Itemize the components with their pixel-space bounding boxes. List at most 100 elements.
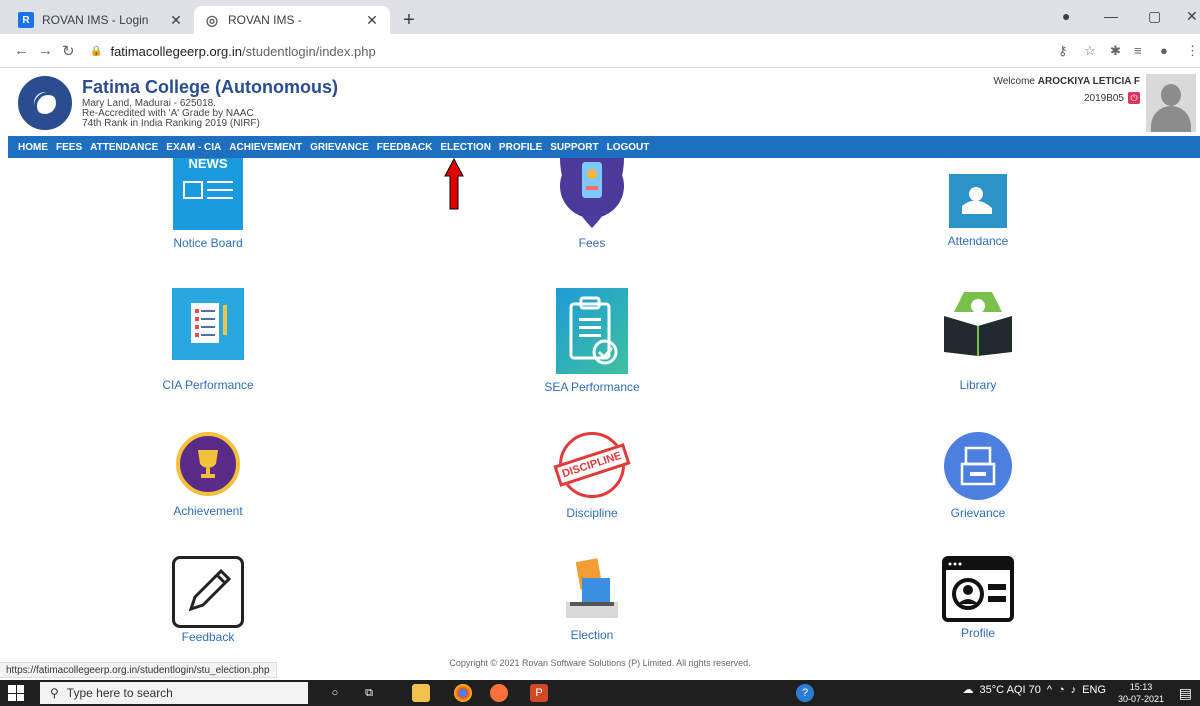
bookmark-star-icon[interactable]: ☆ [1084, 43, 1096, 59]
tile-election[interactable]: Election [552, 556, 632, 642]
tile-sea-performance[interactable]: SEA Performance [544, 288, 640, 394]
volume-icon[interactable]: ♪ [1071, 684, 1077, 696]
tile-label: Profile [960, 626, 995, 640]
tray-chevron-icon[interactable]: ^ [1047, 684, 1052, 696]
taskbar-clock[interactable]: 15:13 30-07-2021 [1118, 681, 1164, 705]
browser-tab-active[interactable]: ◎ ROVAN IMS - ✕ [194, 6, 390, 34]
tile-achievement[interactable]: Achievement [168, 432, 248, 518]
account-icon[interactable]: ● [1160, 43, 1168, 58]
college-ranking: 74th Rank in India Ranking 2019 (NIRF) [82, 118, 260, 129]
tab-close-icon[interactable]: ✕ [168, 12, 184, 29]
help-icon[interactable]: ? [796, 684, 814, 702]
rovan-favicon-icon: R [18, 12, 34, 28]
dashboard-grid: NEWS Notice Board Fees Attendance CIA Pe… [8, 158, 1200, 652]
menu-icon[interactable]: ⋮ [1186, 43, 1199, 59]
site-header: Fatima College (Autonomous) Mary Land, M… [8, 68, 1200, 136]
file-explorer-icon[interactable] [412, 684, 430, 702]
tile-attendance[interactable]: Attendance [938, 158, 1018, 248]
forward-icon[interactable]: → [38, 42, 53, 59]
tile-label: SEA Performance [544, 380, 640, 394]
logout-power-icon[interactable]: ⏻ [1128, 92, 1140, 104]
profile-circle-icon[interactable]: ● [1062, 8, 1070, 24]
firefox-icon[interactable] [490, 684, 508, 702]
discipline-stamp-icon: DISCIPLINE [553, 432, 631, 498]
library-book-icon [942, 288, 1014, 360]
tab-close-icon[interactable]: ✕ [364, 12, 380, 29]
url-field[interactable]: 🔒 fatimacollegeerp.org.in /studentlogin/… [90, 38, 1040, 64]
tile-cia-performance[interactable]: CIA Performance [162, 288, 254, 392]
nav-profile[interactable]: PROFILE [499, 142, 542, 153]
cortana-icon[interactable]: ○ [326, 684, 344, 702]
edit-pencil-icon [172, 556, 244, 628]
nav-logout[interactable]: LOGOUT [607, 142, 650, 153]
nav-grievance[interactable]: GRIEVANCE [310, 142, 369, 153]
roll-number: 2019B05 [1083, 92, 1124, 104]
task-view-icon[interactable]: ⧉ [360, 684, 378, 702]
tile-feedback[interactable]: Feedback [168, 556, 248, 644]
clock-time: 15:13 [1129, 682, 1153, 692]
search-placeholder: Type here to search [66, 686, 173, 700]
reading-list-icon[interactable]: ≡ [1134, 43, 1142, 58]
tile-label: Grievance [950, 506, 1006, 520]
extensions-icon[interactable]: ✱ [1110, 43, 1121, 59]
globe-favicon-icon: ◎ [205, 11, 219, 28]
roll-number-row: 2019B05 ⏻ [1084, 92, 1140, 104]
windows-taskbar: ⚲ Type here to search ○ ⧉ P ? ☁ 35°C AQI… [0, 680, 1200, 706]
tile-profile[interactable]: Profile [938, 556, 1018, 640]
nav-home[interactable]: HOME [18, 142, 48, 153]
powerpoint-icon[interactable]: P [530, 684, 548, 702]
grievance-box-icon [944, 432, 1012, 500]
network-icon[interactable]: ◔ [1058, 684, 1065, 696]
tile-label: Notice Board [173, 236, 243, 250]
mobile-payment-icon [558, 158, 626, 230]
nav-support[interactable]: SUPPORT [550, 142, 598, 153]
window-close-icon[interactable]: ✕ [1186, 8, 1198, 25]
nav-attendance[interactable]: ATTENDANCE [90, 142, 158, 153]
browser-tab-login[interactable]: R ROVAN IMS - Login ✕ [8, 6, 194, 34]
key-icon[interactable]: ⚷ [1058, 43, 1068, 59]
checklist-icon [172, 288, 244, 360]
tile-label: Feedback [181, 630, 235, 644]
welcome-prefix: Welcome [993, 76, 1035, 87]
avatar [1146, 74, 1196, 132]
nav-fees[interactable]: FEES [56, 142, 82, 153]
college-logo [18, 76, 72, 130]
tile-label: Attendance [947, 234, 1009, 248]
tile-discipline[interactable]: DISCIPLINE Discipline [552, 432, 632, 520]
back-icon[interactable]: ← [14, 42, 29, 59]
nav-feedback[interactable]: FEEDBACK [377, 142, 433, 153]
tile-notice-board[interactable]: NEWS Notice Board [168, 158, 248, 250]
notifications-icon[interactable]: ▤ [1179, 685, 1192, 702]
tile-label: Achievement [173, 504, 243, 518]
attendance-icon [949, 174, 1007, 228]
search-icon: ⚲ [50, 686, 59, 700]
nav-achievement[interactable]: ACHIEVEMENT [229, 142, 302, 153]
nav-election[interactable]: ELECTION [440, 142, 491, 153]
tile-label: Discipline [566, 506, 618, 520]
clock-date: 30-07-2021 [1117, 694, 1164, 704]
tab-title: ROVAN IMS - [228, 13, 302, 27]
windows-start-icon[interactable] [8, 685, 24, 701]
news-icon: NEWS [173, 158, 243, 230]
tile-fees[interactable]: Fees [552, 158, 632, 250]
annotation-arrow-up-icon [444, 158, 464, 210]
tab-title: ROVAN IMS - Login [42, 13, 149, 27]
taskbar-search-input[interactable]: ⚲ Type here to search [40, 682, 308, 704]
tile-library[interactable]: Library [938, 288, 1018, 392]
tile-label: Fees [578, 236, 606, 250]
new-tab-icon[interactable]: + [398, 9, 420, 32]
minimize-icon[interactable]: — [1104, 8, 1118, 24]
nav-exam-cia[interactable]: EXAM - CIA [166, 142, 221, 153]
chrome-icon[interactable] [454, 684, 472, 702]
url-path: /studentlogin/index.php [241, 43, 376, 59]
tile-label: Library [959, 378, 997, 392]
weather-text[interactable]: 35°C AQI 70 [980, 684, 1041, 696]
tile-grievance[interactable]: Grievance [938, 432, 1018, 520]
student-name: AROCKIYA LETICIA F [1037, 76, 1140, 87]
maximize-icon[interactable]: ▢ [1148, 8, 1161, 25]
language-indicator[interactable]: ENG [1082, 684, 1106, 696]
ballot-box-icon [560, 556, 624, 624]
lock-icon: 🔒 [90, 45, 103, 57]
welcome-text: Welcome AROCKIYA LETICIA F [993, 76, 1140, 87]
reload-icon[interactable]: ↻ [62, 42, 75, 60]
